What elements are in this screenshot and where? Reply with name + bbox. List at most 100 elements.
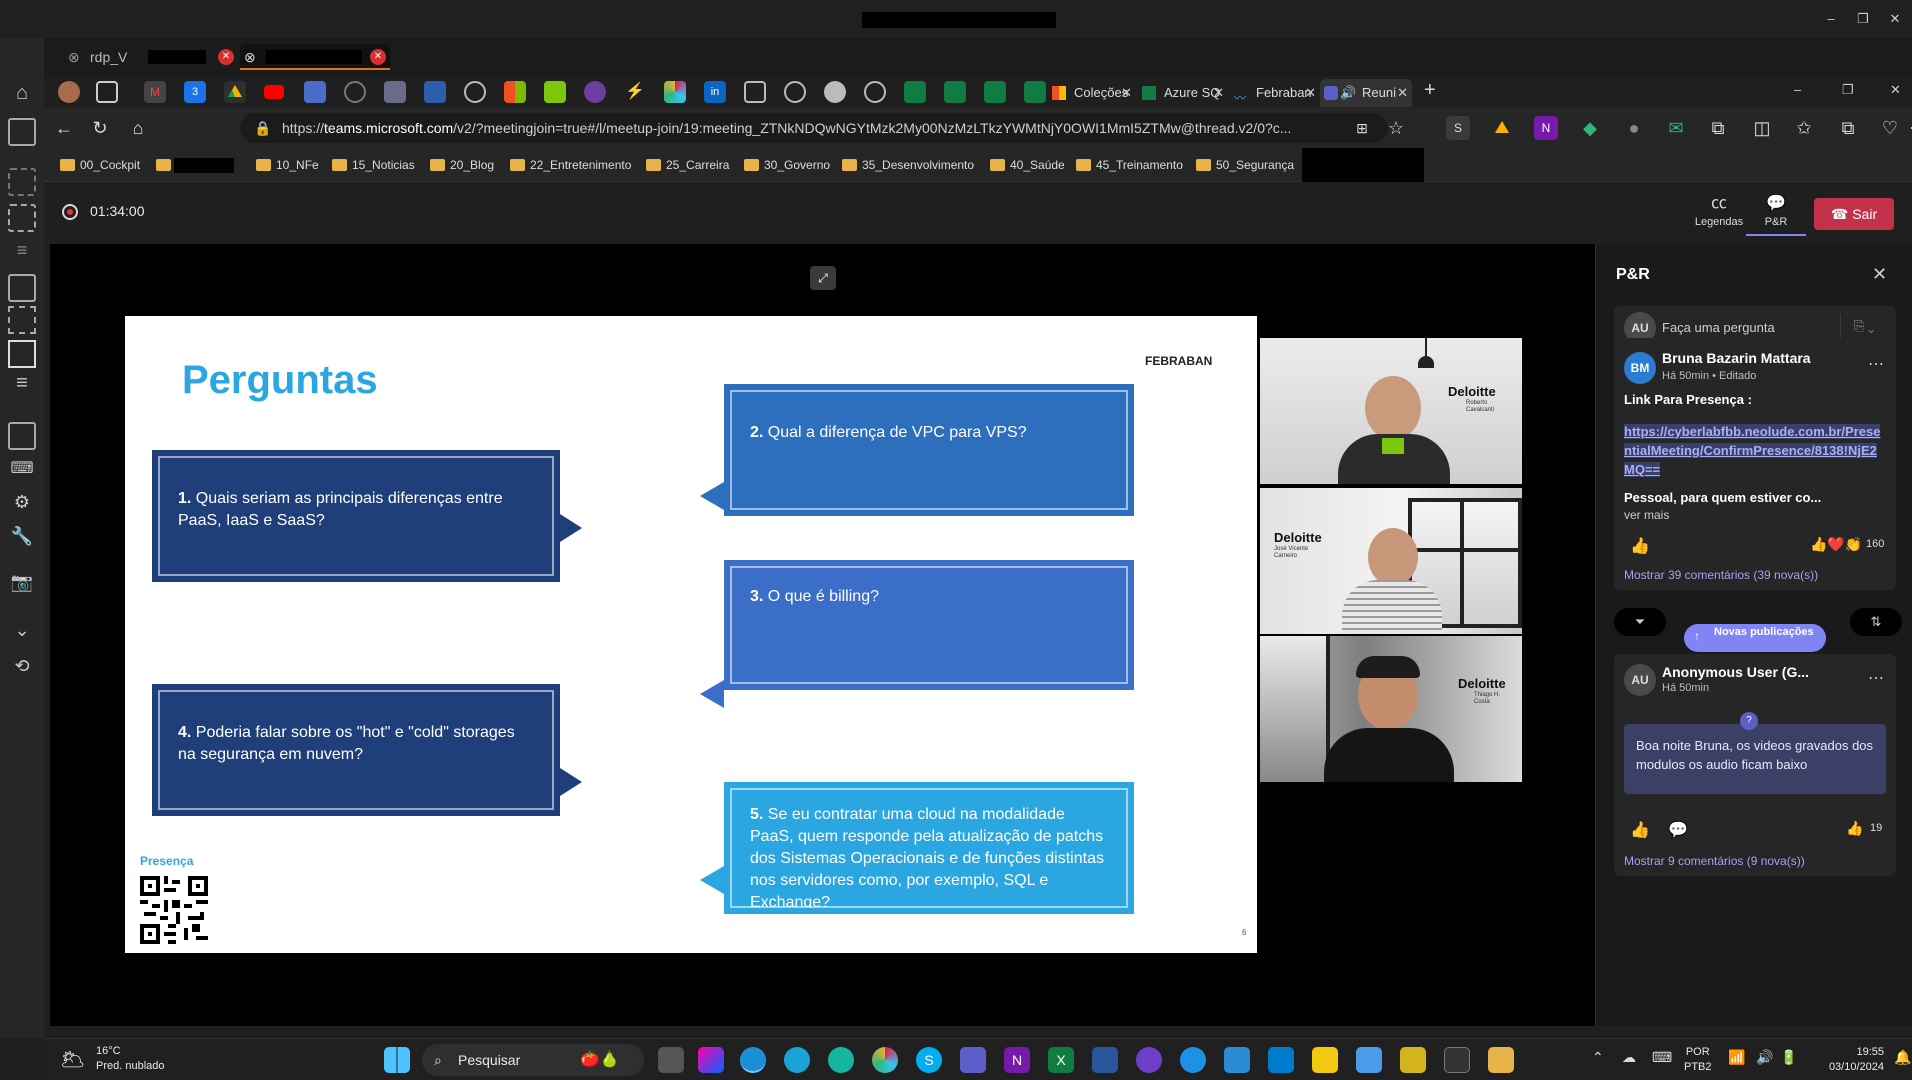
- close-tab-icon[interactable]: ✕: [1305, 79, 1316, 107]
- translate-icon[interactable]: [304, 81, 326, 103]
- close-button[interactable]: ✕: [1890, 82, 1901, 98]
- start-icon[interactable]: [384, 1047, 410, 1073]
- duolingo-icon[interactable]: [544, 81, 566, 103]
- new-window-icon[interactable]: [8, 118, 36, 146]
- github-desktop-icon[interactable]: [1136, 1047, 1162, 1073]
- skype-ext-icon[interactable]: S: [1446, 116, 1470, 140]
- onenote-icon[interactable]: N: [1004, 1047, 1030, 1073]
- minimize-button[interactable]: –: [1794, 82, 1801, 97]
- remote-desktop-icon[interactable]: [1092, 1047, 1118, 1073]
- sort-button[interactable]: ⇅: [1850, 608, 1902, 636]
- task-view-icon[interactable]: [658, 1047, 684, 1073]
- docker-icon[interactable]: [1180, 1047, 1206, 1073]
- display-icon[interactable]: [8, 422, 36, 450]
- profile-avatar[interactable]: [58, 81, 80, 103]
- terminal-icon[interactable]: [1444, 1047, 1470, 1073]
- like-icon[interactable]: 👍: [1630, 536, 1650, 556]
- bookmark-folder[interactable]: 50_Segurança: [1194, 156, 1294, 174]
- bookmark-folder[interactable]: 15_Noticias: [330, 156, 415, 174]
- reactions-icon[interactable]: 👍❤️👏: [1810, 536, 1862, 553]
- app-icon[interactable]: ⊞: [1350, 116, 1374, 140]
- microsoft-icon[interactable]: [504, 81, 526, 103]
- power-automate-icon[interactable]: [424, 81, 446, 103]
- restore-button[interactable]: ❐: [1850, 8, 1876, 30]
- bookmark-folder[interactable]: 22_Entretenimento: [508, 156, 631, 174]
- filter-button[interactable]: ⏷: [1614, 608, 1666, 636]
- onenote-ext-icon[interactable]: N: [1534, 116, 1558, 140]
- language-indicator[interactable]: POR PTB2: [1684, 1045, 1712, 1075]
- openai-icon[interactable]: [344, 81, 366, 103]
- image-icon[interactable]: [744, 81, 766, 103]
- more-options-icon[interactable]: ⋯: [1868, 668, 1884, 688]
- menu-icon[interactable]: ≡: [8, 372, 36, 400]
- see-more-link[interactable]: ver mais: [1624, 508, 1669, 522]
- bolt-icon[interactable]: ⚡: [624, 81, 646, 103]
- gmail-icon[interactable]: M: [144, 81, 166, 103]
- tab-reuniao[interactable]: 🔊 Reuni ✕: [1320, 79, 1412, 107]
- presence-link-text[interactable]: https://cyberlabfbb.neolude.com.br/Prese…: [1624, 424, 1881, 477]
- list-icon[interactable]: ≡: [8, 240, 36, 268]
- fullscreen-icon[interactable]: [8, 204, 36, 232]
- more-icon[interactable]: ⋯: [1906, 116, 1912, 140]
- copilot-icon[interactable]: [698, 1047, 724, 1073]
- clock[interactable]: 19:55 03/10/2024: [1814, 1045, 1884, 1075]
- notepad-icon[interactable]: [1224, 1047, 1250, 1073]
- restore-button[interactable]: ❐: [1842, 82, 1854, 98]
- back-icon[interactable]: ←: [52, 116, 76, 140]
- wifi-icon[interactable]: 📶: [1728, 1049, 1745, 1066]
- leave-button[interactable]: ☎ Sair: [1814, 198, 1894, 230]
- slack-icon[interactable]: [664, 81, 686, 103]
- bookmark-folder[interactable]: 45_Treinamento: [1074, 156, 1183, 174]
- edge-beta-icon[interactable]: [784, 1047, 810, 1073]
- drive-icon[interactable]: [224, 81, 246, 103]
- mail-ext-icon[interactable]: ✉: [1664, 116, 1688, 140]
- chevron-down-icon[interactable]: ⌄: [8, 620, 36, 648]
- close-tab-icon[interactable]: ✕: [218, 49, 234, 65]
- split-screen-icon[interactable]: ◫: [1750, 116, 1774, 140]
- address-bar[interactable]: 🔒 https://teams.microsoft.com/v2/?meetin…: [240, 113, 1388, 143]
- captions-button[interactable]: ㏄ Legendas: [1689, 192, 1749, 236]
- battery-icon[interactable]: 🔋: [1780, 1049, 1797, 1066]
- notification-bell-icon[interactable]: 🔔: [1894, 1049, 1911, 1066]
- close-tab-icon[interactable]: ✕: [370, 49, 386, 65]
- file-explorer-icon[interactable]: [1488, 1047, 1514, 1073]
- info-circle-icon[interactable]: [864, 81, 886, 103]
- chevron-up-icon[interactable]: ⌃: [1592, 1049, 1604, 1066]
- slack-icon[interactable]: [872, 1047, 898, 1073]
- keyboard-icon[interactable]: ⌨: [1652, 1049, 1672, 1066]
- youtube-icon[interactable]: [264, 85, 284, 99]
- bookmark-folder[interactable]: 30_Governo: [742, 156, 830, 174]
- expand-icon[interactable]: [8, 340, 36, 368]
- network-tool-icon[interactable]: [1356, 1047, 1382, 1073]
- thumbs-up-reaction-icon[interactable]: 👍: [1846, 820, 1863, 837]
- tab-colecoes[interactable]: Coleções ✕: [1046, 79, 1136, 107]
- check-icon[interactable]: [784, 81, 806, 103]
- bookmark-folder[interactable]: [154, 156, 234, 174]
- bookmark-folder[interactable]: 00_Cockpit: [58, 156, 140, 174]
- comment-icon[interactable]: 💬: [1668, 820, 1688, 840]
- close-button[interactable]: ✕: [1882, 8, 1908, 30]
- new-tab-button[interactable]: +: [1424, 79, 1436, 102]
- rdp-tab-2[interactable]: ⊗ ✕: [240, 44, 390, 70]
- new-posts-button[interactable]: ↑ Novas publicações: [1684, 624, 1826, 652]
- sheets-icon[interactable]: [1024, 81, 1046, 103]
- presence-link[interactable]: https://cyberlabfbb.neolude.com.br/Prese…: [1624, 422, 1886, 479]
- participant-video-3[interactable]: Deloitte Thiago H. Costa: [1260, 636, 1522, 782]
- collections-icon[interactable]: ⧉: [1836, 116, 1860, 140]
- close-tab-icon[interactable]: ✕: [1397, 79, 1408, 107]
- favorite-star-icon[interactable]: ☆: [1384, 116, 1408, 140]
- skype-icon[interactable]: S: [916, 1047, 942, 1073]
- window-icon[interactable]: [8, 274, 36, 302]
- tab-febraban[interactable]: 〰 Febraban ✕: [1228, 79, 1320, 107]
- fit-screen-icon[interactable]: [8, 168, 36, 196]
- show-comments-link[interactable]: Mostrar 9 comentários (9 nova(s)): [1624, 854, 1805, 868]
- tab-azure-sql[interactable]: Azure SQ ✕: [1136, 79, 1228, 107]
- disconnect-icon[interactable]: ⟲: [8, 656, 36, 684]
- bookmark-folder[interactable]: 35_Desenvolvimento: [840, 156, 974, 174]
- taskbar-search[interactable]: ⌕ Pesquisar 🍅🍐: [422, 1044, 644, 1076]
- bookmark-folder[interactable]: 20_Blog: [428, 156, 494, 174]
- extensions-icon[interactable]: ⧉: [1706, 116, 1730, 140]
- rdp-tab-1[interactable]: ⊗ rdp_V ✕: [64, 44, 234, 70]
- linkedin-icon[interactable]: in: [704, 81, 726, 103]
- extension-icon[interactable]: ◆: [1578, 116, 1602, 140]
